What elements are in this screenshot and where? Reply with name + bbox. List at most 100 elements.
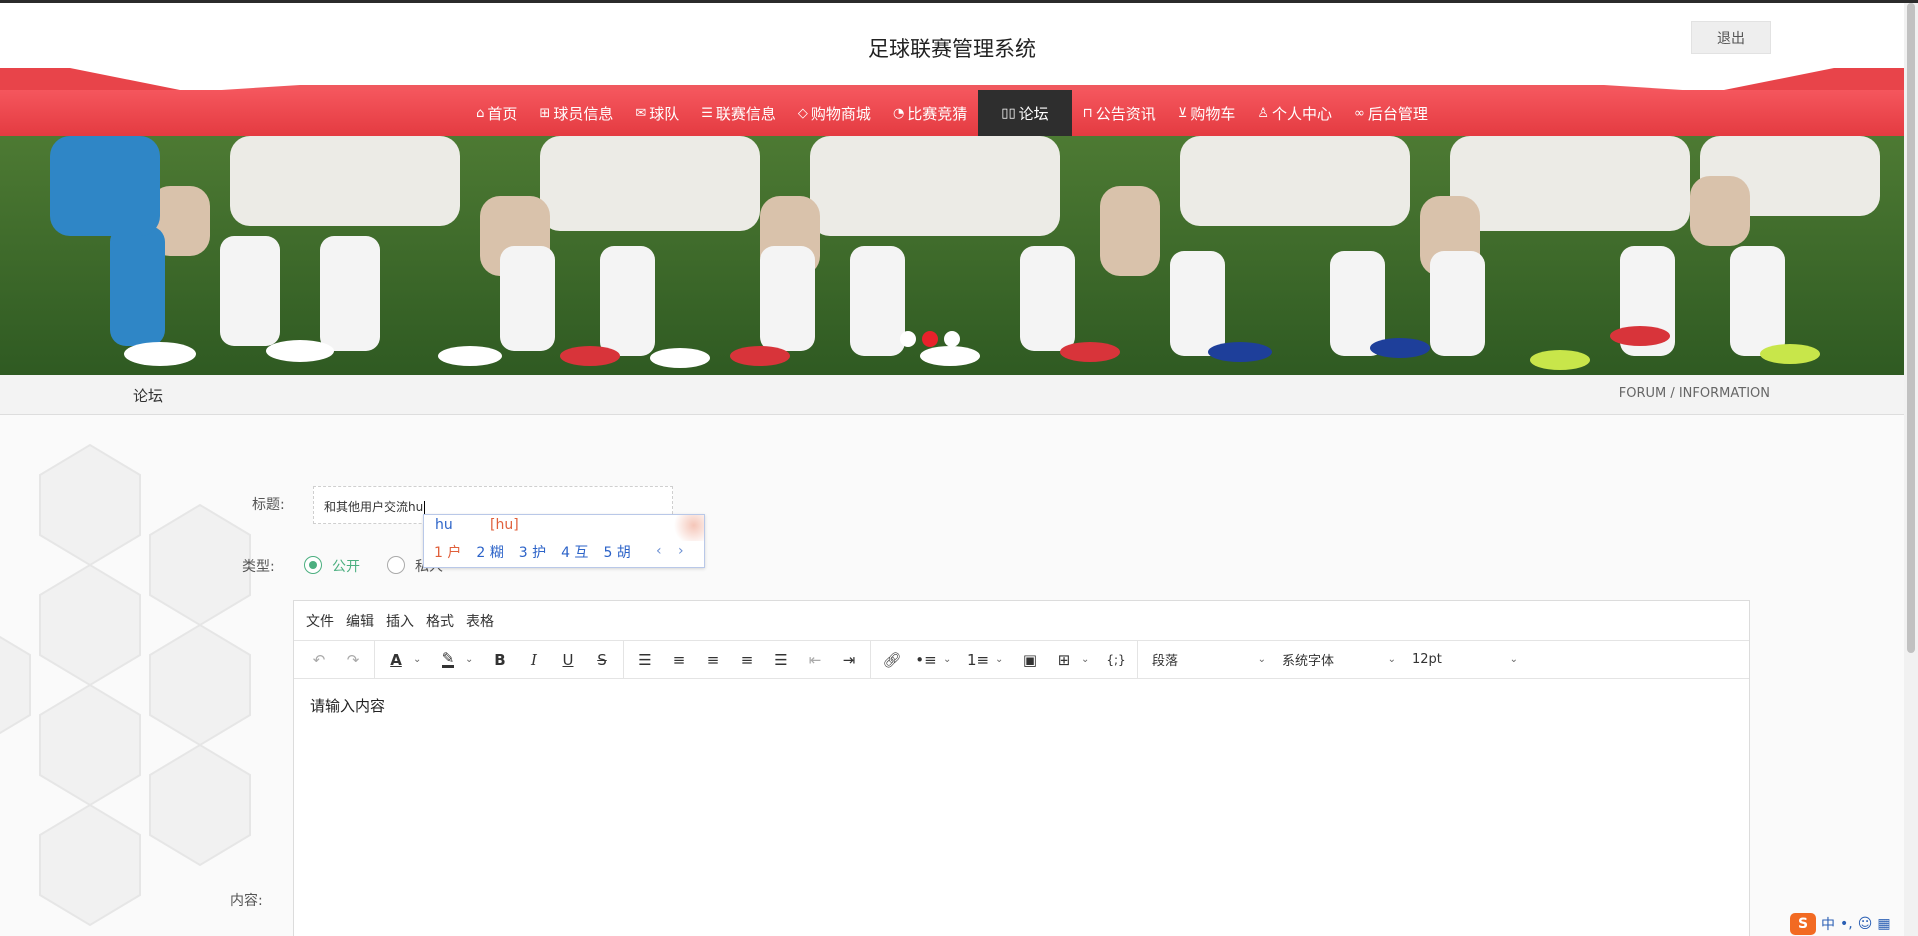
title-label: 标题: [252,497,285,513]
outdent-icon[interactable]: ⇤ [798,641,832,679]
ime-keyboard-icon[interactable]: ▦ [1877,916,1890,932]
align-center-icon[interactable]: ≡ [696,641,730,679]
type-private-radio[interactable] [387,556,405,574]
editor-placeholder: 请输入内容 [310,697,386,715]
ime-emoji-icon[interactable]: ☺ [1858,916,1873,932]
nav-item[interactable]: ▯▯ 论坛 [978,90,1072,136]
editor-menubar: 文件 编辑 插入 格式 表格 [294,601,1749,641]
highlight-color-icon[interactable]: ✎ [431,641,465,679]
menu-insert[interactable]: 插入 [386,611,414,631]
cart-icon: ⊻ [1177,105,1188,121]
nav-item[interactable]: ∞ 后台管理 [1343,90,1439,136]
nav-item[interactable]: ☰ 联赛信息 [690,90,787,136]
ime-page-arrows[interactable]: ‹ › [656,543,690,559]
mail-icon: ✉ [635,105,647,121]
font-family-select[interactable]: 系统字体 ⌄ [1272,641,1402,679]
home-icon: ⌂ [476,105,485,121]
text-caret [424,500,426,515]
type-label: 类型: [242,559,275,575]
page-scrollbar[interactable] [1904,3,1918,936]
numbered-list-icon[interactable]: 1≡ [961,641,995,679]
carousel-dot[interactable] [922,331,938,347]
bullet-list-icon[interactable]: •≡ [909,641,943,679]
underline-icon[interactable]: U [551,641,585,679]
menu-table[interactable]: 表格 [466,611,494,631]
italic-icon[interactable]: I [517,641,551,679]
ime-candidate[interactable]: 3 护 [519,542,546,562]
chevron-down-icon: ⌄ [1257,654,1266,665]
menu-format[interactable]: 格式 [426,611,454,631]
ime-mode-chinese[interactable]: 中 [1821,914,1835,934]
block-format-select[interactable]: 段落 ⌄ [1142,641,1272,679]
editor-content-area[interactable]: 请输入内容 [294,679,1749,732]
toolbar-divider [1137,640,1138,679]
site-title: 足球联赛管理系统 [868,37,1036,61]
nav-item[interactable]: ⊞ 球员信息 [528,90,624,136]
nav-item-label: 公告资讯 [1095,104,1156,123]
align-justify-icon[interactable]: ☰ [764,641,798,679]
nav-item-label: 购物车 [1190,104,1236,123]
type-public-label[interactable]: 公开 [332,556,360,576]
nav-item-label: 购物商城 [810,104,871,123]
nav-item[interactable]: ◔ 比赛竞猜 [882,90,978,136]
nav-item-label: 个人中心 [1271,104,1332,123]
palette-icon: ◔ [892,105,905,121]
toolbar-divider [623,640,624,679]
bullet-list-dropdown-icon[interactable]: ⌄ [943,654,957,665]
ime-candidate[interactable]: 5 胡 [603,542,630,562]
nav-item[interactable]: ⌂ 首页 [465,90,528,136]
logout-button[interactable]: 退出 [1691,21,1771,54]
link-icon[interactable]: 🔗︎ [875,641,909,679]
scrollbar-thumb[interactable] [1907,3,1915,653]
ime-candidate[interactable]: 1 户 [434,542,461,562]
book-icon: ▯▯ [1001,105,1016,121]
carousel-dots [900,331,960,347]
ime-logo-icon[interactable]: S [1790,913,1816,935]
ime-composition: hu [435,517,453,533]
nav-item[interactable]: ✉ 球队 [624,90,690,136]
text-color-dropdown-icon[interactable]: ⌄ [413,654,427,665]
nav-item[interactable]: ⊻ 购物车 [1167,90,1247,136]
ime-decoration [670,515,704,541]
line-height-icon[interactable]: ☰ [628,641,662,679]
menu-edit[interactable]: 编辑 [346,611,374,631]
strikethrough-icon[interactable]: S [585,641,619,679]
car-icon: ⊓ [1082,105,1093,121]
nav-item-label: 联赛信息 [715,104,776,123]
rich-text-editor: 文件 编辑 插入 格式 表格 ↶ ↷ A ⌄ ✎ ⌄ B I U S ☰ ≡ ≡… [293,600,1750,936]
nav-item[interactable]: ♙ 个人中心 [1246,90,1343,136]
ime-punctuation-icon[interactable]: •, [1840,916,1853,932]
nav-item-label: 论坛 [1018,104,1049,123]
ime-candidate[interactable]: 4 互 [561,542,588,562]
nav-item[interactable]: ⊓ 公告资讯 [1072,90,1167,136]
text-color-icon[interactable]: A [379,641,413,679]
nav-item-label: 球员信息 [553,104,614,123]
ime-pinyin: [hu] [490,517,519,533]
carousel-dot[interactable] [900,331,916,347]
highlight-dropdown-icon[interactable]: ⌄ [465,654,479,665]
type-public-radio[interactable] [304,556,322,574]
ime-candidate[interactable]: 2 糊 [476,542,503,562]
undo-icon[interactable]: ↶ [302,641,336,679]
align-left-icon[interactable]: ≡ [662,641,696,679]
nav-item-label: 首页 [487,104,518,123]
font-size-select[interactable]: 12pt ⌄ [1402,641,1524,679]
indent-icon[interactable]: ⇥ [832,641,866,679]
toolbar-divider [870,640,871,679]
table-icon[interactable]: ⊞ [1047,641,1081,679]
image-icon[interactable]: ▣ [1013,641,1047,679]
redo-icon[interactable]: ↷ [336,641,370,679]
breadcrumb-title: 论坛 [133,387,164,405]
menu-file[interactable]: 文件 [306,611,334,631]
code-sample-icon[interactable]: {;} [1099,641,1133,679]
tag-icon: ◇ [797,105,808,121]
table-dropdown-icon[interactable]: ⌄ [1081,654,1095,665]
bold-icon[interactable]: B [483,641,517,679]
align-right-icon[interactable]: ≡ [730,641,764,679]
gift-icon: ⊞ [539,105,551,121]
numbered-list-dropdown-icon[interactable]: ⌄ [995,654,1009,665]
carousel-dot[interactable] [944,331,960,347]
nav-item[interactable]: ◇ 购物商城 [787,90,882,136]
breadcrumb-subtitle: FORUM / INFORMATION [1618,386,1770,401]
breadcrumb: 论坛 FORUM / INFORMATION [0,375,1904,415]
